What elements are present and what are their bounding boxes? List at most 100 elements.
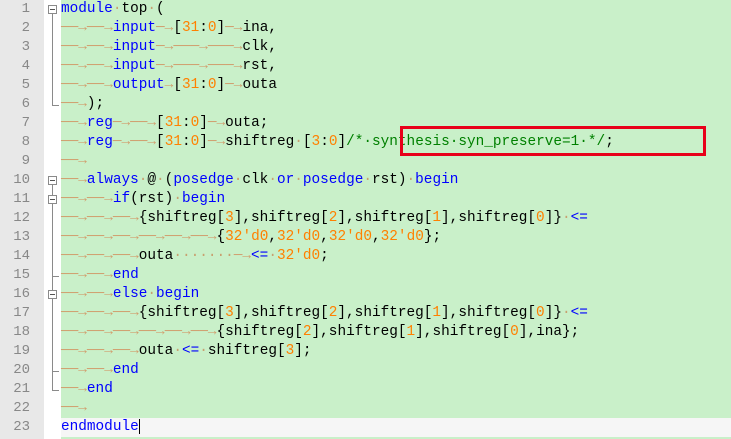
code-token: , bbox=[320, 229, 329, 245]
whitespace-marker: ──→ bbox=[190, 324, 217, 340]
annotation-highlight-box bbox=[400, 126, 706, 156]
code-line[interactable]: ──→always·@·(posedge·clk·or·posedge·rst)… bbox=[61, 171, 731, 190]
fold-guide-line bbox=[52, 14, 53, 105]
code-line[interactable]: ──→ bbox=[61, 399, 731, 418]
line-number: 7 bbox=[21, 115, 30, 131]
code-line[interactable]: ──→──→end bbox=[61, 266, 731, 285]
whitespace-marker: ──→ bbox=[86, 248, 113, 264]
line-number: 2 bbox=[21, 20, 30, 36]
keyword-token: if bbox=[112, 191, 131, 207]
whitespace-marker: ──→ bbox=[112, 210, 139, 226]
code-line[interactable]: ──→──→──→──→──→──→{shiftreg[2],shiftreg[… bbox=[61, 323, 731, 342]
code-token: ]} bbox=[544, 210, 562, 226]
code-line[interactable]: module·top·( bbox=[61, 0, 731, 19]
whitespace-marker: ──→ bbox=[61, 343, 87, 359]
code-line[interactable]: ──→); bbox=[61, 95, 731, 114]
code-line[interactable]: ──→end bbox=[61, 380, 731, 399]
code-token: [ bbox=[156, 115, 165, 131]
fold-end-marker bbox=[52, 276, 59, 277]
whitespace-marker: · bbox=[294, 172, 303, 188]
number-token: 1 bbox=[432, 210, 442, 226]
code-line[interactable]: ──→──→──→outa·······─→<=·32'd0; bbox=[61, 247, 731, 266]
code-line[interactable]: ──→──→if(rst)·begin bbox=[61, 190, 731, 209]
whitespace-marker: · bbox=[173, 191, 182, 207]
code-token: }; bbox=[423, 229, 442, 245]
whitespace-marker: ──→ bbox=[61, 39, 87, 55]
line-number: 11 bbox=[13, 191, 30, 207]
code-line[interactable]: ──→──→else·begin bbox=[61, 285, 731, 304]
code-token: outa bbox=[242, 77, 277, 93]
line-number: 21 bbox=[13, 381, 30, 397]
fold-end-marker bbox=[52, 105, 59, 106]
line-number: 16 bbox=[13, 286, 30, 302]
whitespace-marker: · bbox=[199, 343, 208, 359]
code-token: [ bbox=[156, 134, 165, 150]
whitespace-marker: ─→ bbox=[112, 134, 131, 150]
whitespace-marker: ──→ bbox=[86, 191, 113, 207]
fold-toggle-icon[interactable] bbox=[48, 176, 57, 185]
code-token: ],shiftreg[ bbox=[441, 210, 537, 226]
whitespace-marker: ──→ bbox=[112, 248, 139, 264]
whitespace-marker: ──→ bbox=[86, 286, 113, 302]
code-line[interactable]: ──→──→──→──→──→──→{32'd0,32'd0,32'd0,32'… bbox=[61, 228, 731, 247]
whitespace-marker: ──→ bbox=[61, 229, 87, 245]
fold-toggle-icon[interactable] bbox=[48, 5, 57, 14]
number-token: 1 bbox=[432, 305, 442, 321]
keyword-token: input bbox=[112, 20, 157, 36]
whitespace-marker: ──→ bbox=[164, 229, 191, 245]
keyword-token: input bbox=[112, 39, 157, 55]
code-token: ],ina}; bbox=[518, 324, 580, 340]
code-editor[interactable]: 1 2 3 4 5 6 7 8 9 10 11 12 13 14 15 16 17 18 19 20 21 22 23 mo… bbox=[0, 0, 731, 439]
code-line[interactable]: ──→──→──→{shiftreg[3],shiftreg[2],shiftr… bbox=[61, 304, 731, 323]
line-number: 6 bbox=[21, 96, 30, 112]
line-number: 13 bbox=[13, 229, 30, 245]
whitespace-marker: ───→ bbox=[207, 58, 243, 74]
fold-toggle-icon[interactable] bbox=[48, 195, 57, 204]
code-token: ; bbox=[320, 248, 329, 264]
code-token: rst, bbox=[242, 58, 277, 74]
number-token: 3 bbox=[225, 305, 234, 321]
number-token: 0 bbox=[536, 305, 545, 321]
whitespace-marker: ──→ bbox=[164, 324, 191, 340]
code-line[interactable]: ──→──→input─→───→───→clk, bbox=[61, 38, 731, 57]
number-token: 0 bbox=[190, 115, 200, 131]
whitespace-marker: ──→ bbox=[130, 115, 157, 131]
whitespace-marker: ─→ bbox=[207, 134, 226, 150]
line-number: 5 bbox=[21, 77, 30, 93]
fold-margin[interactable] bbox=[44, 0, 61, 439]
code-token: shiftreg[ bbox=[207, 343, 286, 359]
code-token: ina, bbox=[242, 20, 277, 36]
whitespace-marker: ──→ bbox=[61, 305, 87, 321]
fold-toggle-icon[interactable] bbox=[48, 290, 57, 299]
whitespace-marker: · bbox=[363, 172, 372, 188]
code-line[interactable]: ──→──→input─→───→───→rst, bbox=[61, 57, 731, 76]
code-token: ( bbox=[156, 1, 165, 17]
code-line[interactable]: endmodule bbox=[61, 418, 731, 437]
whitespace-marker: · bbox=[156, 172, 165, 188]
code-token: [ bbox=[302, 134, 312, 150]
code-token: ],shiftreg[ bbox=[337, 210, 433, 226]
code-token: ] bbox=[216, 20, 226, 36]
whitespace-marker: ······· bbox=[173, 248, 234, 264]
code-line[interactable]: ──→──→──→{shiftreg[3],shiftreg[2],shiftr… bbox=[61, 209, 731, 228]
whitespace-marker: ──→ bbox=[61, 153, 87, 169]
keyword-token: begin bbox=[415, 172, 459, 188]
keyword-token: endmodule bbox=[61, 419, 139, 435]
code-line[interactable]: ──→──→end bbox=[61, 361, 731, 380]
code-token: : bbox=[199, 77, 208, 93]
number-token: 32'd0 bbox=[380, 229, 424, 245]
code-token: , bbox=[268, 229, 277, 245]
code-line[interactable]: ──→──→output→[31:0]─→outa bbox=[61, 76, 731, 95]
code-line[interactable]: ──→──→input─→[31:0]─→ina, bbox=[61, 19, 731, 38]
whitespace-marker: ──→ bbox=[86, 267, 113, 283]
code-token: ] bbox=[216, 77, 226, 93]
code-area[interactable]: module·top·(──→──→input─→[31:0]─→ina, ──→… bbox=[61, 0, 731, 439]
line-number-gutter: 1 2 3 4 5 6 7 8 9 10 11 12 13 14 15 16 17 18 19 20 21 22 23 bbox=[0, 0, 44, 439]
code-line[interactable]: ──→──→──→outa·<=·shiftreg[3]; bbox=[61, 342, 731, 361]
whitespace-marker: ──→ bbox=[61, 324, 87, 340]
number-token: 0 bbox=[190, 134, 200, 150]
whitespace-marker: · bbox=[173, 343, 182, 359]
whitespace-marker: ──→ bbox=[86, 343, 113, 359]
code-token: ],shiftreg[ bbox=[233, 305, 329, 321]
whitespace-marker: ──→ bbox=[138, 324, 165, 340]
